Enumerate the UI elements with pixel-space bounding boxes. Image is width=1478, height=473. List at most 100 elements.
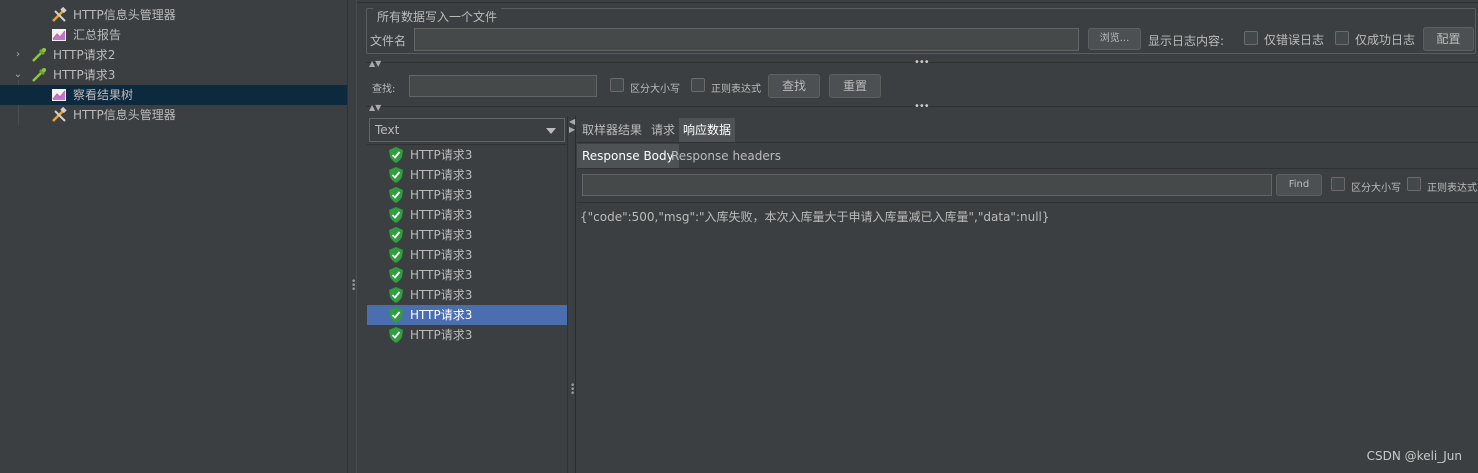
pipette-sampler-icon (32, 68, 46, 82)
tree-item-http-header-manager-1[interactable]: HTTP信息头管理器 (0, 5, 347, 25)
collapse-arrows-icon[interactable]: ▲▼ (369, 59, 381, 68)
tab-response-headers[interactable]: Response headers (666, 144, 786, 168)
tree-item-http-request-3[interactable]: ⌄ HTTP请求3 (0, 65, 347, 85)
section-splitter-1[interactable]: ▲▼ ••• (366, 57, 1478, 71)
list-item-label: HTTP请求3 (410, 208, 473, 222)
tree-item-label: 察看结果树 (73, 88, 134, 102)
success-shield-icon (389, 207, 403, 223)
list-item[interactable]: HTTP请求3 (367, 205, 567, 225)
list-item-label: HTTP请求3 (410, 288, 473, 302)
list-result-splitter[interactable]: ◀ ▶ • • • (567, 116, 576, 473)
list-item-label: HTTP请求3 (410, 328, 473, 342)
subtabs-divider (577, 168, 1478, 169)
grip-dots-icon: ••• (914, 101, 930, 112)
grip-dots-icon: ••• (914, 57, 930, 68)
tree-item-label: HTTP信息头管理器 (73, 108, 176, 122)
success-shield-icon (389, 287, 403, 303)
tab-request[interactable]: 请求 (647, 118, 679, 142)
filename-label: 文件名 (370, 34, 407, 48)
search-button[interactable]: 查找 (768, 74, 820, 98)
list-item-label: HTTP请求3 (410, 188, 473, 202)
tab-response-body[interactable]: Response Body (577, 144, 679, 168)
list-item[interactable]: HTTP请求3 (367, 245, 567, 265)
filename-input[interactable] (414, 28, 1079, 51)
graph-report-icon (52, 29, 66, 41)
list-item[interactable]: HTTP请求3 (367, 145, 567, 165)
list-item[interactable]: HTTP请求3 (367, 265, 567, 285)
success-shield-icon (389, 247, 403, 263)
grip-dots-icon: ••• (570, 381, 576, 399)
wrench-hammer-icon (52, 7, 67, 22)
search-input[interactable] (409, 75, 597, 97)
chevron-down-icon (546, 128, 556, 134)
success-shield-icon (389, 327, 403, 343)
tree-item-summary-report[interactable]: 汇总报告 (0, 25, 347, 45)
tree-item-label: 汇总报告 (73, 28, 122, 42)
section-splitter-2[interactable]: ▲▼ ••• (366, 101, 1478, 115)
test-plan-tree: HTTP信息头管理器 汇总报告 › HTTP请求2 ⌄ HTTP请求3 察看结果… (0, 0, 347, 473)
find-input[interactable] (582, 174, 1272, 196)
collapse-arrows-icon[interactable]: ▲▼ (369, 103, 381, 112)
tree-item-http-request-2[interactable]: › HTTP请求2 (0, 45, 347, 65)
list-item-label: HTTP请求3 (410, 228, 473, 242)
list-item-selected[interactable]: HTTP请求3 (367, 305, 567, 325)
sample-results-list[interactable]: HTTP请求3 HTTP请求3 HTTP请求3 HTTP请求3 HTTP请求3 … (367, 144, 567, 473)
success-only-label: 仅成功日志 (1355, 33, 1416, 47)
case-sensitive-checkbox[interactable] (610, 78, 624, 92)
browse-button[interactable]: 浏览... (1088, 28, 1141, 50)
errors-only-label: 仅错误日志 (1264, 33, 1325, 47)
response-body-text[interactable]: {"code":500,"msg":"入库失败，本次入库量大于申请入库量减已入库… (580, 208, 1050, 225)
success-shield-icon (389, 187, 403, 203)
list-item-label: HTTP请求3 (410, 268, 473, 282)
list-item[interactable]: HTTP请求3 (367, 225, 567, 245)
tree-item-view-results-tree[interactable]: 察看结果树 (0, 85, 347, 105)
sample-results-list-panel: Text HTTP请求3 HTTP请求3 HTTP请求3 HTTP请求3 HTT… (367, 116, 567, 473)
success-shield-icon (389, 147, 403, 163)
case-sensitive-label: 区分大小写 (630, 84, 680, 95)
log-content-label: 显示日志内容: (1148, 34, 1225, 48)
watermark: CSDN @keli_Jun (1366, 449, 1462, 463)
configure-button[interactable]: 配置 (1423, 27, 1474, 51)
success-shield-icon (389, 227, 403, 243)
success-only-checkbox[interactable] (1335, 31, 1349, 45)
renderer-select-value: Text (375, 123, 400, 137)
tabs-divider (577, 142, 1478, 143)
search-label: 查找: (372, 84, 396, 95)
regex-checkbox[interactable] (691, 78, 705, 92)
find-button[interactable]: Find (1276, 174, 1322, 196)
list-item[interactable]: HTTP请求3 (367, 165, 567, 185)
success-shield-icon (389, 267, 403, 283)
write-to-file-legend: 所有数据写入一个文件 (373, 8, 502, 25)
success-shield-icon (389, 167, 403, 183)
list-item[interactable]: HTTP请求3 (367, 325, 567, 345)
tree-splitter[interactable]: • • • (347, 0, 357, 473)
graph-report-icon (52, 89, 66, 101)
find-regex-label: 正则表达式 (1427, 183, 1477, 194)
list-item[interactable]: HTTP请求3 (367, 285, 567, 305)
reset-button[interactable]: 重置 (829, 74, 881, 98)
result-detail-panel: 取样器结果 请求 响应数据 Response Body Response hea… (577, 116, 1478, 473)
top-divider (357, 2, 1478, 3)
tree-item-http-header-manager-2[interactable]: HTTP信息头管理器 (0, 105, 347, 125)
list-item-label: HTTP请求3 (410, 308, 473, 322)
collapse-arrows-icon[interactable]: ◀ ▶ (569, 118, 575, 134)
list-item-label: HTTP请求3 (410, 168, 473, 182)
find-divider (577, 202, 1478, 203)
chevron-down-icon[interactable]: ⌄ (12, 65, 24, 85)
list-item[interactable]: HTTP请求3 (367, 185, 567, 205)
errors-only-checkbox[interactable] (1244, 31, 1258, 45)
chevron-right-icon[interactable]: › (12, 45, 24, 65)
tree-item-label: HTTP请求2 (53, 48, 116, 62)
wrench-hammer-icon (52, 107, 67, 122)
renderer-select[interactable]: Text (369, 118, 565, 142)
grip-dots-icon: ••• (351, 277, 357, 295)
find-case-sensitive-checkbox[interactable] (1331, 177, 1345, 191)
list-item-label: HTTP请求3 (410, 248, 473, 262)
success-shield-icon (389, 307, 403, 323)
find-regex-checkbox[interactable] (1407, 177, 1421, 191)
find-case-sensitive-label: 区分大小写 (1351, 183, 1401, 194)
list-item-label: HTTP请求3 (410, 148, 473, 162)
tab-sampler-result[interactable]: 取样器结果 (578, 118, 646, 142)
regex-label: 正则表达式 (711, 84, 761, 95)
tab-response-data[interactable]: 响应数据 (679, 118, 736, 142)
